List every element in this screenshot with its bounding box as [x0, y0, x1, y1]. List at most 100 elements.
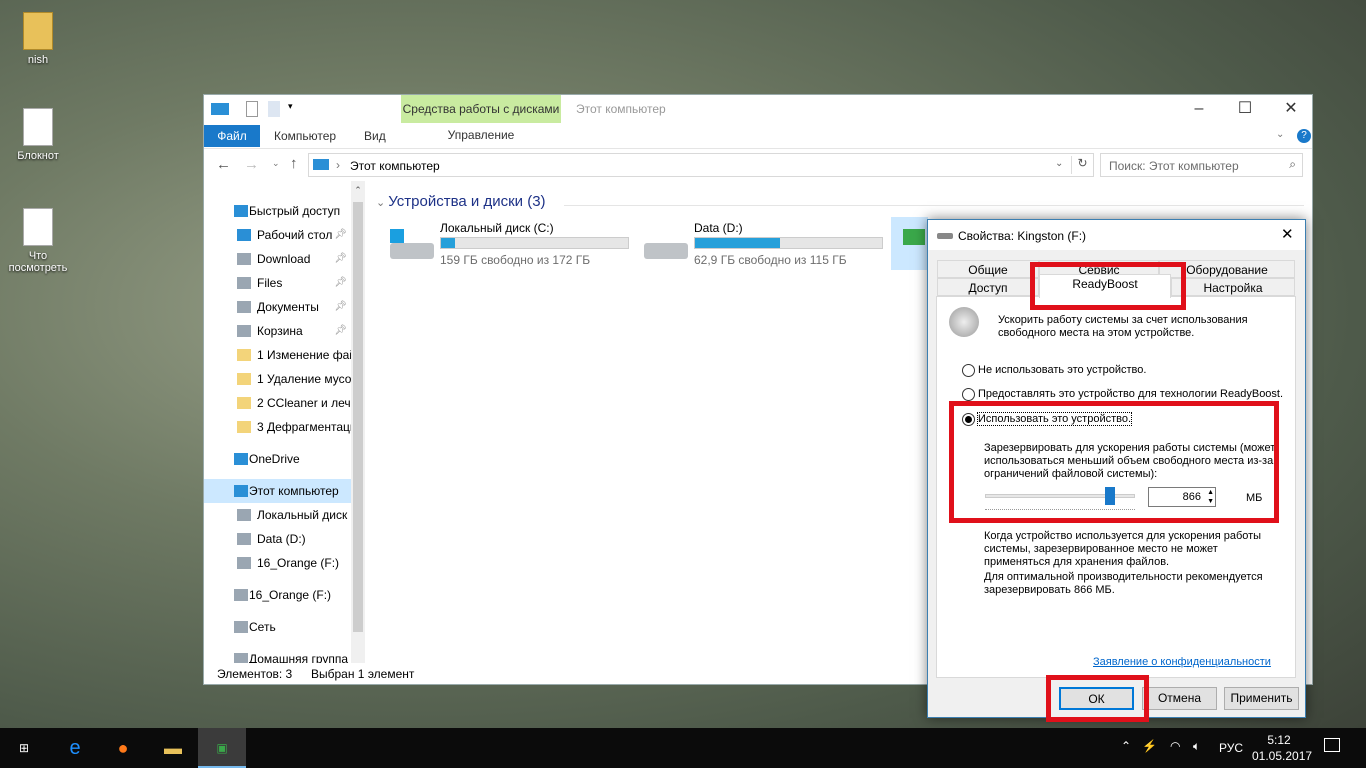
desktop-icon-what-to-watch[interactable]: Что посмотреть [3, 208, 73, 274]
nav-item[interactable]: 16_Orange (F:) [204, 583, 351, 607]
desktop-icon-notepad[interactable]: Блокнот [3, 108, 73, 162]
usage-note: Когда устройство используется для ускоре… [984, 530, 1262, 568]
pin-icon: 📌︎ [334, 229, 347, 240]
contextual-tab-group: Средства работы с дисками Управление [401, 95, 561, 147]
nav-item[interactable]: Локальный диск [204, 503, 351, 527]
nav-item[interactable]: OneDrive [204, 447, 351, 471]
nav-item[interactable]: Этот компьютер [204, 479, 351, 503]
icon-label: nish [27, 54, 49, 66]
help-icon[interactable]: ? [1297, 129, 1311, 143]
star-icon [234, 205, 248, 217]
nav-item[interactable]: Files 📌︎ [204, 271, 351, 295]
disk-tools-taskbar-icon[interactable]: ▣ [198, 728, 246, 768]
item-count: Элементов: 3 [217, 667, 293, 681]
highlight-use-device [949, 401, 1279, 523]
usb-drive-icon [234, 589, 248, 601]
radio-dedicate[interactable] [962, 388, 975, 401]
tab-readyboost[interactable]: ReadyBoost [1039, 274, 1171, 298]
nav-item-label: Рабочий стол [257, 228, 333, 242]
scrollbar-thumb[interactable] [353, 202, 363, 632]
language-indicator[interactable]: РУС [1219, 741, 1243, 755]
action-center-icon[interactable] [1324, 738, 1340, 752]
files-icon [237, 277, 251, 289]
nav-item[interactable]: Data (D:) [204, 527, 351, 551]
nav-item[interactable]: Download 📌︎ [204, 247, 351, 271]
section-header[interactable]: ⌄ Устройства и диски (3) [376, 193, 546, 210]
dialog-close-button[interactable]: ✕ [1281, 225, 1294, 243]
highlight-ok [1046, 675, 1149, 722]
nav-item[interactable]: Документы 📌︎ [204, 295, 351, 319]
window-title: Этот компьютер [576, 102, 666, 116]
tab-computer[interactable]: Компьютер [261, 125, 349, 147]
tab-manage[interactable]: Управление [401, 123, 561, 147]
cloud-icon [234, 453, 248, 465]
tab-customize[interactable]: Настройка [1171, 278, 1295, 296]
text-file-icon [23, 108, 53, 146]
folder-icon [237, 421, 251, 433]
nav-item-label: OneDrive [249, 452, 300, 466]
nav-item[interactable]: Рабочий стол 📌︎ [204, 223, 351, 247]
forward-button[interactable]: → [244, 156, 259, 173]
nav-item[interactable]: 1 Удаление мусо [204, 367, 351, 391]
nav-item[interactable]: Быстрый доступ [204, 199, 351, 223]
nav-item[interactable]: 1 Изменение фай [204, 343, 351, 367]
apply-button[interactable]: Применить [1224, 687, 1299, 710]
tab-file[interactable]: Файл [204, 125, 260, 147]
nav-scrollbar[interactable]: ⌃ [351, 181, 365, 663]
nav-item-label: Домашняя группа [249, 652, 349, 663]
address-bar[interactable]: › Этот компьютер ⌄ ↻ [308, 153, 1094, 177]
back-button[interactable]: ← [216, 156, 231, 173]
clock[interactable]: 5:12 01.05.2017 [1252, 732, 1312, 764]
nav-item-label: 2 CCleaner и лечє [257, 396, 351, 410]
nav-item[interactable]: 2 CCleaner и лечє [204, 391, 351, 415]
volume-icon[interactable]: 🔈︎ [1193, 739, 1200, 754]
refresh-icon[interactable]: ↻ [1071, 156, 1093, 174]
wifi-icon[interactable]: ◠ [1170, 739, 1180, 753]
recent-locations-icon[interactable]: ⌄ [272, 158, 280, 169]
firefox-icon[interactable]: ● [99, 728, 147, 768]
customize-quick-access-icon[interactable]: ▾ [288, 101, 293, 112]
option-do-not-use-label[interactable]: Не использовать это устройство. [978, 364, 1146, 376]
readyboost-stopwatch-icon [949, 307, 979, 337]
nav-item-label: Сеть [249, 620, 276, 634]
hard-drive-icon [644, 243, 688, 259]
nav-item[interactable]: Домашняя группа [204, 647, 351, 663]
battery-icon[interactable]: ⚡ [1142, 739, 1157, 753]
tab-sharing[interactable]: Доступ [937, 278, 1039, 296]
nav-item[interactable]: Корзина 📌︎ [204, 319, 351, 343]
network-icon [234, 621, 248, 633]
drive-tile-f-selected[interactable] [891, 217, 928, 270]
drive-tile-c[interactable]: Локальный диск (C:) 159 ГБ свободно из 1… [390, 221, 630, 269]
usb-drive-icon [937, 233, 953, 239]
option-dedicate-label[interactable]: Предоставлять это устройство для техноло… [978, 388, 1283, 400]
start-button[interactable]: ⊞ [0, 728, 48, 768]
breadcrumb-this-pc[interactable]: Этот компьютер [350, 159, 440, 173]
new-folder-icon[interactable] [268, 101, 280, 117]
cancel-button[interactable]: Отмена [1142, 687, 1217, 710]
folder-icon [237, 373, 251, 385]
nav-item[interactable]: 3 Дефрагментаци [204, 415, 351, 439]
show-hidden-icons[interactable]: ⌃ [1121, 739, 1131, 753]
drive-tile-d[interactable]: Data (D:) 62,9 ГБ свободно из 115 ГБ [644, 221, 884, 269]
search-input[interactable]: Поиск: Этот компьютер ⌕ [1100, 153, 1303, 177]
pin-icon: 📌︎ [334, 253, 347, 264]
edge-icon[interactable]: e [51, 728, 99, 768]
nav-item[interactable]: Сеть [204, 615, 351, 639]
up-button[interactable]: ↑ [290, 155, 298, 172]
privacy-link[interactable]: Заявление о конфиденциальности [1093, 656, 1271, 668]
radio-do-not-use[interactable] [962, 364, 975, 377]
drive-name: Локальный диск (C:) [440, 221, 554, 235]
expand-ribbon-icon[interactable]: ⌄ [1276, 129, 1284, 140]
clock-time: 5:12 [1267, 733, 1291, 747]
tab-view[interactable]: Вид [351, 125, 399, 147]
file-explorer-taskbar-icon[interactable]: ▬ [149, 728, 197, 768]
tab-general[interactable]: Общие [937, 260, 1039, 278]
desktop-icon-nish[interactable]: nish [3, 12, 73, 66]
close-button[interactable]: ✕ [1268, 95, 1314, 123]
maximize-button[interactable]: ☐ [1222, 95, 1268, 123]
minimize-button[interactable]: – [1176, 95, 1222, 123]
properties-icon[interactable] [246, 101, 258, 117]
nav-item[interactable]: 16_Orange (F:) [204, 551, 351, 575]
address-dropdown-icon[interactable]: ⌄ [1055, 158, 1063, 169]
nav-item-label: 3 Дефрагментаци [257, 420, 351, 434]
